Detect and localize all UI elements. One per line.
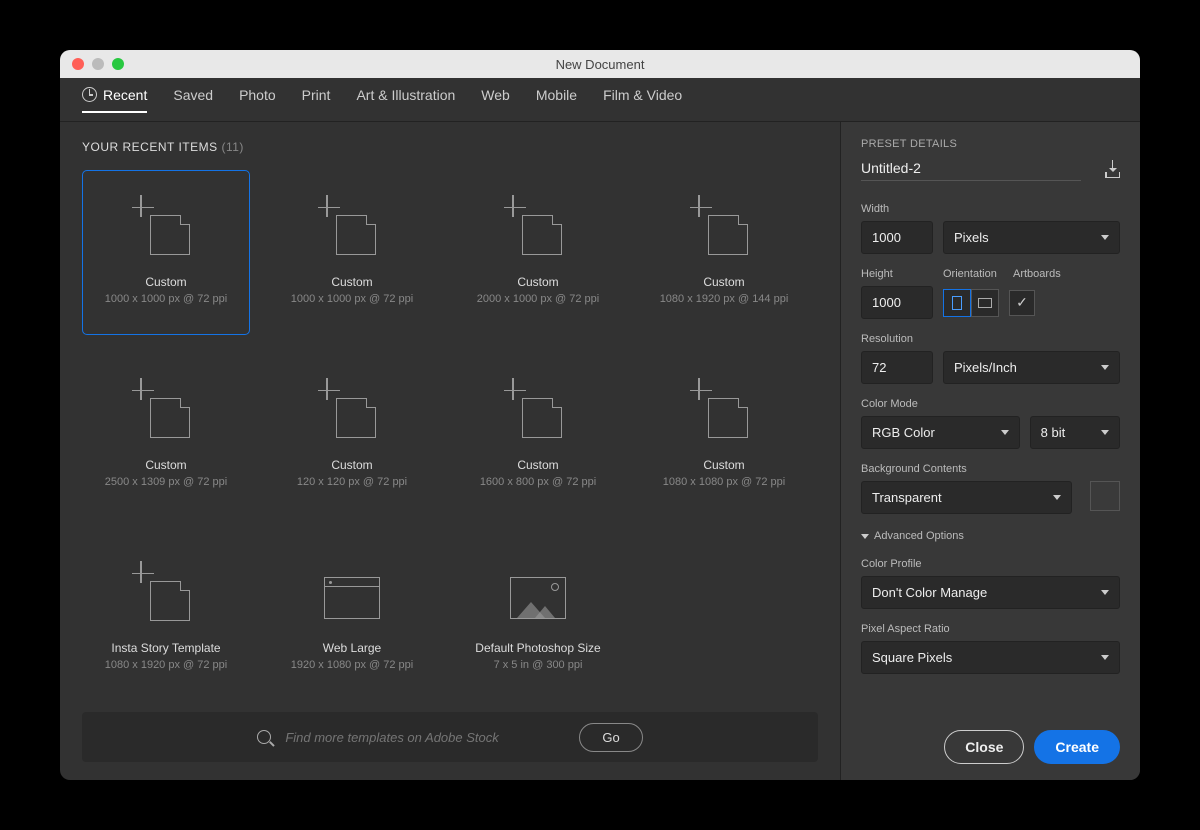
- chevron-down-icon: [1101, 590, 1109, 595]
- color-mode-select[interactable]: RGB Color: [861, 416, 1020, 449]
- pixel-aspect-select[interactable]: Square Pixels: [861, 641, 1120, 674]
- orientation-portrait-button[interactable]: [943, 289, 971, 317]
- preset-card-title: Custom: [703, 275, 744, 289]
- preset-gallery: YOUR RECENT ITEMS (11) Custom 1000 x 1000…: [60, 122, 840, 780]
- bit-depth-select[interactable]: 8 bit: [1030, 416, 1120, 449]
- category-tabs: Recent Saved Photo Print Art & Illustration W…: [60, 78, 1140, 122]
- preset-name-input[interactable]: [861, 160, 1081, 181]
- chevron-down-icon: [1001, 430, 1009, 435]
- preset-card-dimensions: 1600 x 800 px @ 72 ppi: [480, 476, 596, 488]
- preset-card[interactable]: Custom 2500 x 1309 px @ 72 ppi: [82, 353, 250, 518]
- orientation-label: Orientation: [943, 268, 1003, 280]
- preset-card[interactable]: Custom 1080 x 1080 px @ 72 ppi: [640, 353, 808, 518]
- preset-card-title: Web Large: [323, 641, 381, 655]
- preset-card-dimensions: 1000 x 1000 px @ 72 ppi: [105, 293, 227, 305]
- preset-card-title: Custom: [517, 275, 558, 289]
- chevron-down-icon: [1053, 495, 1061, 500]
- stock-go-button[interactable]: Go: [579, 723, 642, 752]
- preset-card-dimensions: 1080 x 1920 px @ 72 ppi: [105, 659, 227, 671]
- clock-icon: [82, 87, 97, 102]
- tab-web[interactable]: Web: [481, 87, 510, 113]
- tab-saved[interactable]: Saved: [173, 87, 213, 113]
- tab-print[interactable]: Print: [302, 87, 331, 113]
- preset-card[interactable]: Custom 1000 x 1000 px @ 72 ppi: [268, 170, 436, 335]
- pixel-aspect-label: Pixel Aspect Ratio: [861, 623, 1120, 635]
- tab-film-video[interactable]: Film & Video: [603, 87, 682, 113]
- preset-grid: Custom 1000 x 1000 px @ 72 ppi Custom 1000 …: [82, 170, 818, 698]
- tab-recent[interactable]: Recent: [82, 87, 147, 113]
- color-profile-select[interactable]: Don't Color Manage: [861, 576, 1120, 609]
- chevron-down-icon: [1101, 235, 1109, 240]
- width-unit-select[interactable]: Pixels: [943, 221, 1120, 254]
- preset-card[interactable]: Custom 2000 x 1000 px @ 72 ppi: [454, 170, 622, 335]
- resolution-unit-select[interactable]: Pixels/Inch: [943, 351, 1120, 384]
- chevron-down-icon: [1101, 430, 1109, 435]
- preset-card[interactable]: Custom 120 x 120 px @ 72 ppi: [268, 353, 436, 518]
- tab-art-illustration[interactable]: Art & Illustration: [356, 87, 455, 113]
- preset-card[interactable]: Custom 1080 x 1920 px @ 144 ppi: [640, 170, 808, 335]
- chevron-down-icon: [1101, 365, 1109, 370]
- background-label: Background Contents: [861, 463, 1120, 475]
- preset-card-title: Custom: [331, 458, 372, 472]
- preset-card[interactable]: Insta Story Template 1080 x 1920 px @ 72 …: [82, 536, 250, 698]
- preset-card-title: Default Photoshop Size: [475, 641, 600, 655]
- save-preset-icon[interactable]: [1105, 164, 1120, 178]
- window-title: New Document: [60, 57, 1140, 72]
- preset-card-title: Custom: [517, 458, 558, 472]
- titlebar: New Document: [60, 50, 1140, 78]
- preset-card-dimensions: 2000 x 1000 px @ 72 ppi: [477, 293, 599, 305]
- artboards-label: Artboards: [1013, 268, 1061, 280]
- preset-card-dimensions: 7 x 5 in @ 300 ppi: [494, 659, 583, 671]
- height-input[interactable]: [861, 286, 933, 319]
- preset-card-dimensions: 120 x 120 px @ 72 ppi: [297, 476, 407, 488]
- close-button[interactable]: Close: [944, 730, 1024, 764]
- create-button[interactable]: Create: [1034, 730, 1120, 764]
- resolution-input[interactable]: [861, 351, 933, 384]
- chevron-down-icon: [861, 534, 869, 539]
- preset-card-dimensions: 1080 x 1080 px @ 72 ppi: [663, 476, 785, 488]
- recent-header: YOUR RECENT ITEMS (11): [82, 140, 818, 154]
- color-mode-label: Color Mode: [861, 398, 1120, 410]
- color-profile-label: Color Profile: [861, 558, 1120, 570]
- width-input[interactable]: [861, 221, 933, 254]
- preset-card[interactable]: Custom 1000 x 1000 px @ 72 ppi: [82, 170, 250, 335]
- tab-mobile[interactable]: Mobile: [536, 87, 577, 113]
- width-label: Width: [861, 203, 1120, 215]
- preset-card-title: Custom: [703, 458, 744, 472]
- stock-search-input[interactable]: [285, 730, 565, 745]
- preset-card-title: Custom: [145, 275, 186, 289]
- preset-card[interactable]: Default Photoshop Size 7 x 5 in @ 300 ppi: [454, 536, 622, 698]
- preset-card-dimensions: 1080 x 1920 px @ 144 ppi: [660, 293, 789, 305]
- preset-details-header: PRESET DETAILS: [861, 138, 1120, 150]
- preset-card-dimensions: 1000 x 1000 px @ 72 ppi: [291, 293, 413, 305]
- orientation-landscape-button[interactable]: [971, 289, 999, 317]
- background-select[interactable]: Transparent: [861, 481, 1072, 514]
- background-color-swatch[interactable]: [1090, 481, 1120, 511]
- height-label: Height: [861, 268, 933, 280]
- stock-search-bar: Go: [82, 712, 818, 762]
- preset-card-title: Custom: [331, 275, 372, 289]
- preset-card[interactable]: Web Large 1920 x 1080 px @ 72 ppi: [268, 536, 436, 698]
- preset-details-panel: PRESET DETAILS Width Pixels Height Orien…: [840, 122, 1140, 780]
- artboards-checkbox[interactable]: ✓: [1009, 290, 1035, 316]
- preset-card-title: Custom: [145, 458, 186, 472]
- preset-card-dimensions: 2500 x 1309 px @ 72 ppi: [105, 476, 227, 488]
- advanced-options-toggle[interactable]: Advanced Options: [861, 530, 1120, 542]
- preset-card-title: Insta Story Template: [111, 641, 220, 655]
- chevron-down-icon: [1101, 655, 1109, 660]
- search-icon: [257, 730, 271, 744]
- tab-photo[interactable]: Photo: [239, 87, 276, 113]
- resolution-label: Resolution: [861, 333, 1120, 345]
- preset-card[interactable]: Custom 1600 x 800 px @ 72 ppi: [454, 353, 622, 518]
- new-document-window: New Document Recent Saved Photo Print Art & …: [60, 50, 1140, 780]
- preset-card-dimensions: 1920 x 1080 px @ 72 ppi: [291, 659, 413, 671]
